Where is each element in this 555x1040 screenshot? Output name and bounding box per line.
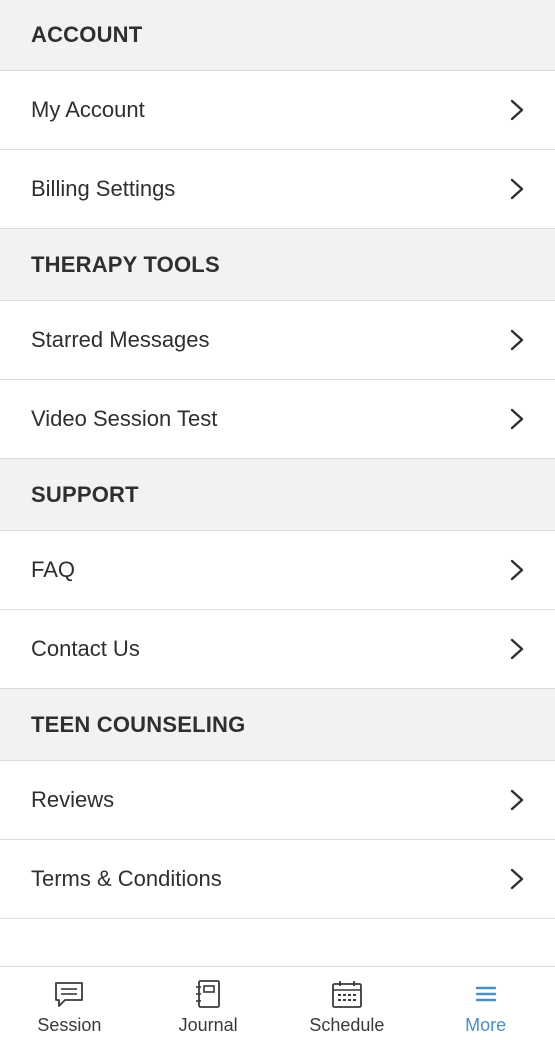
- chevron-right-icon: [507, 637, 527, 661]
- menu-item-label: FAQ: [31, 557, 76, 582]
- tab-label: Session: [37, 1015, 102, 1035]
- chevron-right-icon: [507, 177, 527, 201]
- menu-item-terms-conditions[interactable]: Terms & Conditions: [0, 840, 555, 919]
- menu-item-label: Starred Messages: [31, 327, 210, 352]
- menu-item-faq[interactable]: FAQ: [0, 531, 555, 610]
- notebook-icon: [191, 979, 225, 1009]
- menu-item-contact-us[interactable]: Contact Us: [0, 610, 555, 689]
- section-header-therapy-tools: THERAPY TOOLS: [0, 229, 555, 301]
- menu-item-label: Contact Us: [31, 636, 140, 661]
- tab-session[interactable]: Session: [0, 967, 139, 1040]
- hamburger-menu-icon: [469, 979, 503, 1009]
- tab-label: More: [465, 1015, 507, 1035]
- chevron-right-icon: [507, 558, 527, 582]
- menu-item-my-account[interactable]: My Account: [0, 71, 555, 150]
- chat-bubble-icon: [52, 979, 86, 1009]
- menu-item-video-session-test[interactable]: Video Session Test: [0, 380, 555, 459]
- chevron-right-icon: [507, 788, 527, 812]
- chevron-right-icon: [507, 867, 527, 891]
- section-header-account: ACCOUNT: [0, 0, 555, 71]
- menu-item-label: Reviews: [31, 787, 115, 812]
- chevron-right-icon: [507, 407, 527, 431]
- menu-item-reviews[interactable]: Reviews: [0, 761, 555, 840]
- tab-schedule[interactable]: Schedule: [278, 967, 417, 1040]
- tab-journal[interactable]: Journal: [139, 967, 278, 1040]
- menu-item-label: Billing Settings: [31, 176, 176, 201]
- menu-item-label: Video Session Test: [31, 406, 218, 431]
- tab-label: Journal: [178, 1015, 238, 1035]
- tab-label: Schedule: [309, 1015, 385, 1035]
- section-header-teen-counseling: TEEN COUNSELING: [0, 689, 555, 761]
- section-header-support: SUPPORT: [0, 459, 555, 531]
- calendar-icon: [330, 979, 364, 1009]
- menu-item-starred-messages[interactable]: Starred Messages: [0, 301, 555, 380]
- menu-item-billing-settings[interactable]: Billing Settings: [0, 150, 555, 229]
- menu-item-label: Terms & Conditions: [31, 866, 222, 891]
- chevron-right-icon: [507, 98, 527, 122]
- chevron-right-icon: [507, 328, 527, 352]
- menu-item-label: My Account: [31, 97, 145, 122]
- settings-menu: ACCOUNT My Account Billing Settings THER…: [0, 0, 555, 966]
- bottom-tab-bar: Session Journal Schedule More: [0, 966, 555, 1040]
- tab-more[interactable]: More: [416, 967, 555, 1040]
